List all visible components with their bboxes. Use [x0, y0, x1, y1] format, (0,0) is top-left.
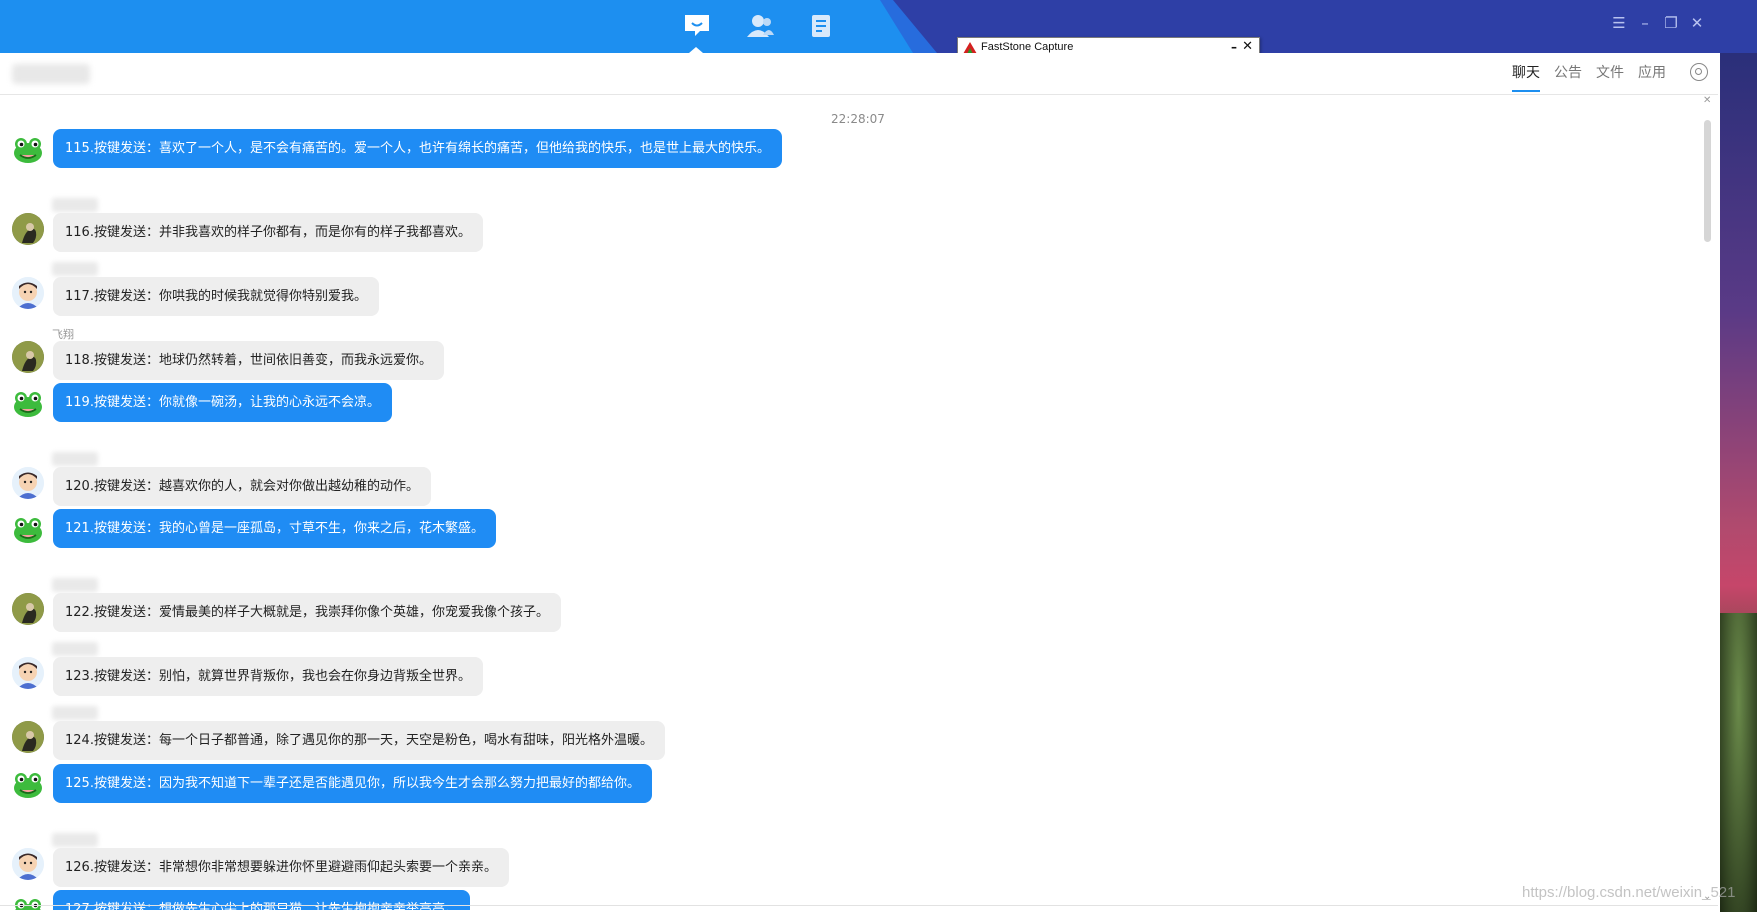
avatar[interactable]	[12, 213, 44, 245]
chat-message: 121.按键发送：我的心曾是一座孤岛，寸草不生，你来之后，花木繁盛。	[0, 509, 1690, 569]
nav-notes-icon[interactable]	[807, 12, 837, 40]
chat-message: 127.按键发送：想做先生心尖上的那只猫，让先生抱抱亲亲举高高。	[0, 890, 1690, 910]
message-bubble[interactable]: 127.按键发送：想做先生心尖上的那只猫，让先生抱抱亲亲举高高。	[53, 890, 470, 910]
chat-message-list[interactable]: 22:28:07 115.按键发送：喜欢了一个人，是不会有痛苦的。爱一个人，也许…	[0, 96, 1718, 910]
sender-name	[52, 642, 98, 656]
message-bubble[interactable]: 118.按键发送：地球仍然转着，世间依旧善变，而我永远爱你。	[53, 341, 444, 380]
message-bubble[interactable]: 123.按键发送：别怕，就算世界背叛你，我也会在你身边背叛全世界。	[53, 657, 483, 696]
faststone-minimize-button[interactable]: –	[1231, 40, 1237, 54]
minimize-icon[interactable]: –	[1636, 14, 1654, 32]
chat-message: 飞翔 118.按键发送：地球仍然转着，世间依旧善变，而我永远爱你。	[0, 320, 1690, 380]
group-name	[12, 64, 90, 84]
message-bubble[interactable]: 125.按键发送：因为我不知道下一辈子还是否能遇见你，所以我今生才会那么努力把最…	[53, 764, 652, 803]
chat-message: 116.按键发送：并非我喜欢的样子你都有，而是你有的样子我都喜欢。	[0, 192, 1690, 252]
nav-contacts-icon[interactable]	[745, 12, 775, 40]
chat-message: 119.按键发送：你就像一碗汤，让我的心永远不会凉。	[0, 383, 1690, 443]
chat-message: 122.按键发送：爱情最美的样子大概就是，我崇拜你像个英雄，你宠爱我像个孩子。	[0, 572, 1690, 632]
avatar[interactable]	[12, 768, 44, 800]
avatar[interactable]	[12, 513, 44, 545]
chat-message: 124.按键发送：每一个日子都普通，除了遇见你的那一天，天空是粉色，喝水有甜味，…	[0, 700, 1690, 760]
settings-icon[interactable]	[1690, 63, 1708, 81]
chat-message: 126.按键发送：非常想你非常想要躲进你怀里避避雨仰起头索要一个亲亲。	[0, 827, 1690, 887]
avatar[interactable]	[12, 387, 44, 419]
message-bubble[interactable]: 120.按键发送：越喜欢你的人，就会对你做出越幼稚的动作。	[53, 467, 431, 506]
close-icon[interactable]: ✕	[1688, 14, 1706, 32]
watermark: https://blog.csdn.net/weixin_521	[1522, 884, 1736, 901]
desktop-wallpaper-landscape	[1720, 613, 1757, 912]
nav-messages-icon[interactable]	[682, 12, 712, 40]
message-bubble[interactable]: 124.按键发送：每一个日子都普通，除了遇见你的那一天，天空是粉色，喝水有甜味，…	[53, 721, 665, 760]
tab-chat[interactable]: 聊天	[1512, 62, 1540, 92]
tab-announcement[interactable]: 公告	[1554, 62, 1582, 92]
avatar[interactable]	[12, 894, 44, 910]
chat-message: 117.按键发送：你哄我的时候我就觉得你特别爱我。	[0, 256, 1690, 316]
scroll-up-arrow[interactable]: ✕	[1703, 95, 1711, 106]
chat-message: 123.按键发送：别怕，就算世界背叛你，我也会在你身边背叛全世界。	[0, 636, 1690, 696]
sender-name	[52, 262, 98, 276]
sender-name	[52, 198, 98, 212]
sender-name	[52, 578, 98, 592]
menu-icon[interactable]: ☰	[1610, 14, 1628, 32]
chat-header: 聊天 公告 文件 应用	[0, 53, 1718, 95]
restore-icon[interactable]: ❐	[1662, 14, 1680, 32]
chat-message: 120.按键发送：越喜欢你的人，就会对你做出越幼稚的动作。	[0, 446, 1690, 506]
scrollbar-thumb[interactable]	[1704, 120, 1711, 242]
avatar[interactable]	[12, 593, 44, 625]
sender-name	[52, 706, 98, 720]
sender-name	[52, 452, 98, 466]
avatar[interactable]	[12, 277, 44, 309]
message-bubble[interactable]: 116.按键发送：并非我喜欢的样子你都有，而是你有的样子我都喜欢。	[53, 213, 483, 252]
sender-name: 飞翔	[52, 328, 74, 341]
avatar[interactable]	[12, 657, 44, 689]
message-bubble[interactable]: 121.按键发送：我的心曾是一座孤岛，寸草不生，你来之后，花木繁盛。	[53, 509, 496, 548]
divider	[0, 905, 1718, 906]
chat-message: 125.按键发送：因为我不知道下一辈子还是否能遇见你，所以我今生才会那么努力把最…	[0, 764, 1690, 824]
message-timestamp: 22:28:07	[831, 112, 885, 126]
message-bubble[interactable]: 117.按键发送：你哄我的时候我就觉得你特别爱我。	[53, 277, 379, 316]
sender-name	[52, 833, 98, 847]
desktop-wallpaper	[1720, 53, 1757, 912]
message-bubble[interactable]: 119.按键发送：你就像一碗汤，让我的心永远不会凉。	[53, 383, 392, 422]
tab-apps[interactable]: 应用	[1638, 62, 1666, 92]
faststone-close-button[interactable]: ✕	[1242, 39, 1253, 54]
message-bubble[interactable]: 126.按键发送：非常想你非常想要躲进你怀里避避雨仰起头索要一个亲亲。	[53, 848, 509, 887]
avatar[interactable]	[12, 848, 44, 880]
message-bubble[interactable]: 115.按键发送：喜欢了一个人，是不会有痛苦的。爱一个人，也许有绵长的痛苦，但他…	[53, 129, 782, 168]
chat-message: 115.按键发送：喜欢了一个人，是不会有痛苦的。爱一个人，也许有绵长的痛苦，但他…	[0, 129, 1690, 189]
avatar[interactable]	[12, 133, 44, 165]
message-bubble[interactable]: 122.按键发送：爱情最美的样子大概就是，我崇拜你像个英雄，你宠爱我像个孩子。	[53, 593, 561, 632]
faststone-title: FastStone Capture	[981, 41, 1074, 53]
avatar[interactable]	[12, 341, 44, 373]
tab-files[interactable]: 文件	[1596, 62, 1624, 92]
avatar[interactable]	[12, 467, 44, 499]
title-bar: ☰ – ❐ ✕	[0, 0, 1757, 53]
avatar[interactable]	[12, 721, 44, 753]
